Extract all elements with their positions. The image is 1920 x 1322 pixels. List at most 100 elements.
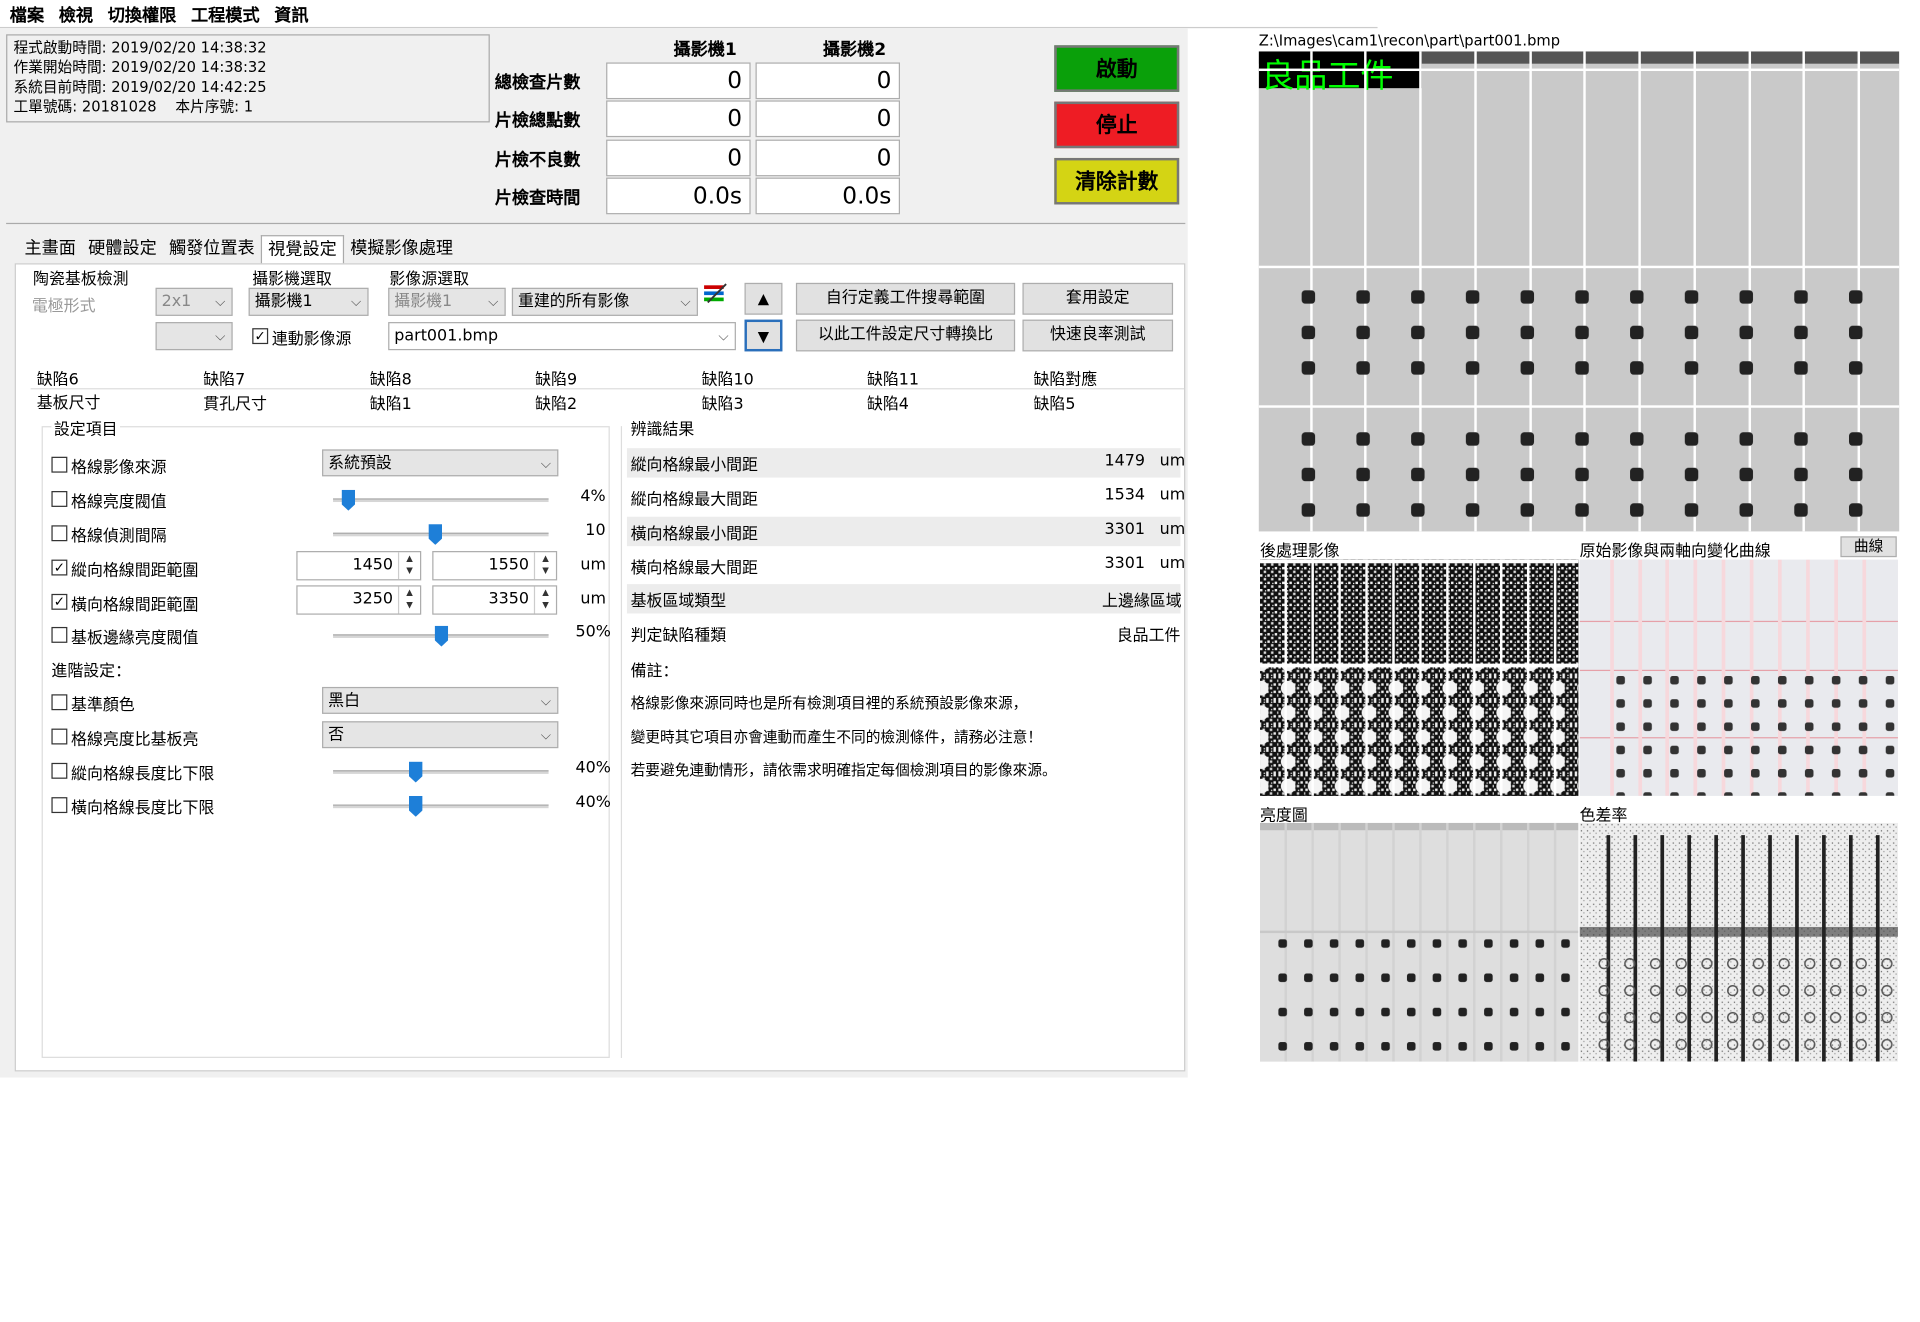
spin-arrows-icon[interactable]: ▲ ▼ [397, 552, 420, 580]
luminance-image [1260, 822, 1579, 1062]
chevron-down-icon: ⌵ [540, 455, 552, 472]
h-range-min-input[interactable]: 3250 ▲ ▼ [296, 585, 422, 615]
tab-defect-6[interactable]: 缺陷6 [37, 366, 79, 389]
tab-simulation[interactable]: 模擬影像處理 [344, 235, 459, 264]
camera-select[interactable]: 攝影機1 ⌵ [248, 287, 369, 316]
move-up-button[interactable]: ▲ [744, 282, 783, 315]
stop-button[interactable]: 停止 [1054, 101, 1180, 149]
luminance-label: 亮度圖 [1260, 806, 1308, 826]
line-gap-value: 10 [585, 521, 606, 541]
line-brightness-label: 格線亮度閥值 [71, 493, 167, 512]
system-time: 系統目前時間: 2019/02/20 14:42:25 [13, 78, 267, 96]
tab-defect-8[interactable]: 缺陷8 [370, 366, 412, 389]
curve-button[interactable]: 曲線 [1840, 536, 1897, 558]
post-processed-label: 後處理影像 [1260, 542, 1340, 561]
stat-total-cam1: 0 [606, 62, 751, 100]
h-range-checkbox[interactable]: ✓ [51, 593, 68, 610]
tab-defect-2[interactable]: 缺陷2 [535, 391, 577, 414]
info-box: 程式啟動時間: 2019/02/20 14:38:32 作業開始時間: 2019… [6, 34, 490, 123]
tab-defect-3[interactable]: 缺陷3 [702, 391, 744, 414]
result-row: 判定缺陷種類 良品工件 [630, 626, 1181, 646]
original-curve-label: 原始影像與兩軸向變化曲線 [1579, 542, 1771, 561]
chevron-down-icon: ⌵ [718, 328, 729, 345]
h-range-max-input[interactable]: 3350 ▲ ▼ [432, 585, 558, 615]
v-length-slider[interactable] [333, 770, 549, 774]
stat-label-defects: 片檢不良數 [494, 150, 581, 171]
edge-brightness-label: 基板邊緣亮度閥值 [71, 629, 199, 648]
line-gap-checkbox[interactable] [51, 525, 68, 542]
quick-yield-test-button[interactable]: 快速良率測試 [1022, 319, 1174, 352]
apply-settings-button[interactable]: 套用設定 [1022, 282, 1174, 315]
h-length-slider[interactable] [333, 804, 549, 809]
convert-ratio-button[interactable]: 以此工件設定尺寸轉換比 [795, 319, 1016, 352]
tab-substrate-size[interactable]: 基板尺寸 [37, 389, 101, 412]
source-type-select[interactable]: 重建的所有影像 ⌵ [511, 287, 698, 316]
custom-search-range-button[interactable]: 自行定義工件搜尋範圍 [795, 282, 1016, 315]
cam1-header: 攝影機1 [673, 40, 737, 61]
group-camera: 攝影機選取 [252, 270, 332, 289]
tab-main[interactable]: 主畫面 [18, 235, 82, 264]
tab-hole-size[interactable]: 貫孔尺寸 [203, 391, 267, 414]
base-color-checkbox[interactable] [51, 694, 68, 711]
edge-brightness-checkbox[interactable] [51, 626, 68, 643]
stat-total-cam2: 0 [755, 62, 901, 100]
tab-defect-map[interactable]: 缺陷對應 [1033, 366, 1097, 389]
line-brightness-slider[interactable] [333, 498, 549, 503]
tab-hardware[interactable]: 硬體設定 [82, 235, 163, 264]
work-order: 工單號碼: 20181028 本片序號: 1 [13, 97, 254, 116]
h-range-unit: um [580, 590, 607, 609]
stat-defects-cam1: 0 [606, 139, 751, 177]
line-brighter-checkbox[interactable] [51, 728, 68, 745]
main-tabs: 主畫面 硬體設定 觸發位置表 視覺設定 模擬影像處理 [18, 235, 459, 265]
electrode-sub-select[interactable]: ⌵ [155, 322, 233, 351]
result-row: 縱向格線最大間距 1534 um [630, 486, 1186, 510]
tab-defect-11[interactable]: 缺陷11 [867, 366, 919, 389]
note-line-3: 若要避免連動情形，請依需求明確指定每個檢測項目的影像來源。 [630, 761, 1057, 779]
menu-file[interactable]: 檔案 [0, 0, 49, 27]
line-brightness-value: 4% [580, 487, 606, 506]
v-length-checkbox[interactable] [51, 762, 68, 779]
tab-vision[interactable]: 視覺設定 [260, 235, 345, 265]
v-range-max-input[interactable]: 1550 ▲ ▼ [432, 551, 558, 581]
line-brighter-select[interactable]: 否 ⌵ [322, 721, 559, 749]
tab-defect-9[interactable]: 缺陷9 [535, 366, 577, 389]
edge-brightness-value: 50% [575, 623, 611, 642]
menu-info[interactable]: 資訊 [264, 0, 313, 27]
tab-trigger-table[interactable]: 觸發位置表 [163, 235, 261, 264]
start-button[interactable]: 啟動 [1054, 45, 1180, 92]
source-camera-select[interactable]: 攝影機1 ⌵ [388, 287, 506, 316]
clear-count-button[interactable]: 清除計數 [1054, 157, 1180, 205]
tab-defect-10[interactable]: 缺陷10 [702, 366, 754, 389]
line-source-select[interactable]: 系統預設 ⌵ [322, 449, 559, 477]
line-source-checkbox[interactable] [51, 456, 68, 473]
palette-icon[interactable] [703, 282, 727, 304]
line-brightness-checkbox[interactable] [51, 491, 68, 507]
spin-arrows-icon[interactable]: ▲ ▼ [533, 586, 556, 614]
stat-label-total: 總檢查片數 [494, 73, 581, 94]
tab-defect-1[interactable]: 缺陷1 [370, 391, 412, 414]
move-down-button[interactable]: ▼ [744, 319, 783, 352]
spin-arrows-icon[interactable]: ▲ ▼ [533, 552, 556, 580]
chevron-down-icon: ⌵ [488, 293, 499, 310]
v-length-value: 40% [575, 759, 611, 778]
base-color-select[interactable]: 黑白 ⌵ [322, 686, 559, 714]
menu-engineering-mode[interactable]: 工程模式 [181, 0, 264, 27]
hole-pattern [1295, 290, 1900, 532]
stat-defects-cam2: 0 [755, 139, 901, 177]
v-range-label: 縱向格線間距範圍 [71, 562, 199, 581]
v-range-checkbox[interactable]: ✓ [51, 559, 68, 576]
v-range-unit: um [580, 555, 607, 575]
menu-switch-permission[interactable]: 切換權限 [98, 0, 181, 27]
menu-view[interactable]: 檢視 [49, 0, 98, 27]
tab-defect-5[interactable]: 缺陷5 [1033, 391, 1075, 414]
result-row: 縱向格線最小間距 1479 um [626, 448, 1185, 478]
link-source-checkbox[interactable]: ✓ [252, 328, 269, 345]
source-file-select[interactable]: part001.bmp ⌵ [388, 322, 736, 351]
tab-defect-4[interactable]: 缺陷4 [867, 391, 909, 414]
electrode-select[interactable]: 2x1 ⌵ [155, 287, 233, 316]
spin-arrows-icon[interactable]: ▲ ▼ [397, 586, 420, 614]
h-length-checkbox[interactable] [51, 797, 68, 814]
tab-defect-7[interactable]: 缺陷7 [203, 366, 245, 389]
v-range-min-input[interactable]: 1450 ▲ ▼ [296, 551, 422, 581]
chevron-down-icon: ⌵ [540, 727, 552, 744]
